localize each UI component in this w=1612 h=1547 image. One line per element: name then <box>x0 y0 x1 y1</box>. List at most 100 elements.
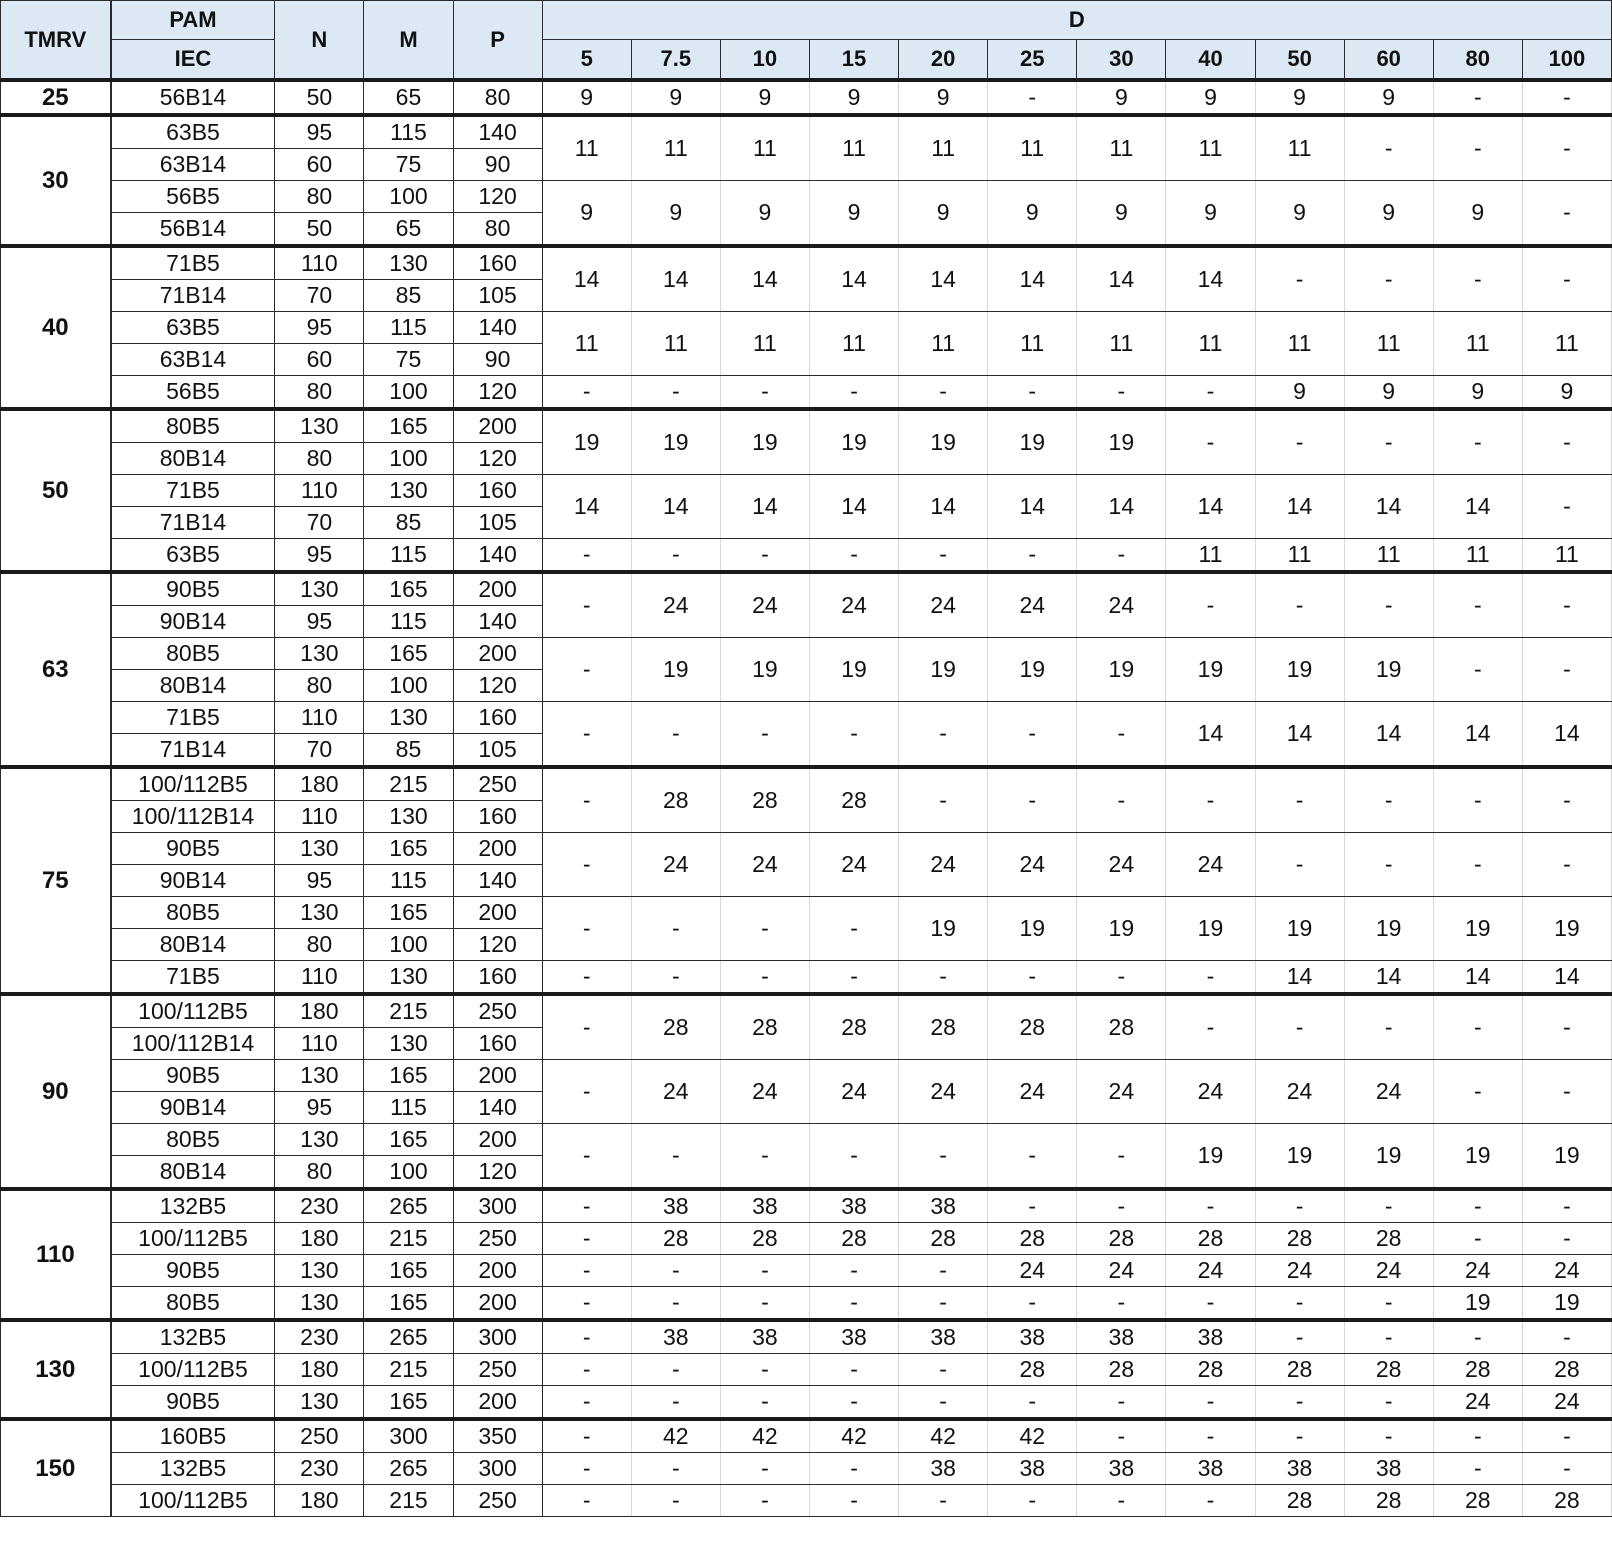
d-value-cell: 14 <box>1343 474 1434 539</box>
iec-cell: 80B5 <box>110 1123 276 1156</box>
m-cell: 215 <box>363 1353 454 1386</box>
iec-cell: 71B14 <box>110 506 276 539</box>
header-d: D <box>541 0 1612 40</box>
p-cell: 160 <box>452 1027 543 1060</box>
n-cell: 250 <box>274 1417 365 1453</box>
d-value-cell: 38 <box>719 1318 810 1354</box>
m-cell: 115 <box>363 605 454 638</box>
d-value-cell: - <box>1521 1318 1612 1354</box>
p-cell: 140 <box>452 113 543 149</box>
table-row: 71B5 110 130 160 14 14 14 14 14 14 14 14 14 14 14- <box>1 474 1612 539</box>
d-value-cell: - <box>1521 78 1612 116</box>
d-value-cell: - <box>987 538 1078 573</box>
n-cell: 230 <box>274 1318 365 1354</box>
p-cell: 120 <box>452 442 543 475</box>
d-value-cell: - <box>1432 637 1523 702</box>
header-tmrv: TMRV <box>0 0 112 81</box>
d-value-cell: 14 <box>541 474 632 539</box>
tmrv-size-cell: 90 <box>0 992 112 1190</box>
d-value-cell: 9 <box>719 78 810 116</box>
d-value-cell: 19 <box>1343 1123 1434 1190</box>
d-value-cell: 14 <box>808 244 900 312</box>
d-value-cell: - <box>719 960 810 995</box>
d-value-cell: 14 <box>987 474 1078 539</box>
iec-cell: 100/112B5 <box>110 1484 276 1517</box>
m-cell: 165 <box>363 896 454 929</box>
d-value-cell: 19 <box>1076 407 1167 475</box>
d-value-cell: 19 <box>1521 1123 1612 1190</box>
table-row: 90B5 130 165 200-24 24 24 24 24 24 24 24 24- - <box>1 1059 1612 1124</box>
d-value-cell: 19 <box>1165 637 1256 702</box>
d-value-cell: 9 <box>1521 375 1612 410</box>
d-value-cell: - <box>1254 992 1345 1060</box>
d-value-cell: - <box>1254 1385 1345 1420</box>
d-value-cell: - <box>1521 1059 1612 1124</box>
d-value-cell: - <box>1343 244 1434 312</box>
d-value-cell: 24 <box>987 1254 1078 1287</box>
d-value-cell: - <box>1343 1385 1434 1420</box>
table-row: 71B5 110 130 160- - - - - - - -14 14 14 14 <box>1 960 1612 995</box>
d-value-cell: - <box>1076 1385 1167 1420</box>
d-value-cell: 11 <box>630 311 721 376</box>
d-value-cell: - <box>1165 1417 1256 1453</box>
d-value-cell: 28 <box>1254 1484 1345 1517</box>
d-value-cell: - <box>1521 570 1612 638</box>
d-value-cell: 38 <box>808 1187 900 1223</box>
d-value-cell: - <box>630 375 721 410</box>
n-cell: 95 <box>274 1091 365 1124</box>
p-cell: 200 <box>452 407 543 443</box>
d-value-cell: - <box>987 1123 1078 1190</box>
iec-cell: 71B5 <box>110 701 276 734</box>
d-value-cell: 11 <box>898 113 989 181</box>
d-value-cell: 14 <box>1432 960 1523 995</box>
m-cell: 130 <box>363 474 454 507</box>
m-cell: 165 <box>363 407 454 443</box>
d-value-cell: 24 <box>1165 832 1256 897</box>
m-cell: 165 <box>363 637 454 670</box>
d-value-cell: - <box>1432 1187 1523 1223</box>
d-value-cell: - <box>1521 765 1612 833</box>
d-value-cell: 14 <box>1254 474 1345 539</box>
m-cell: 215 <box>363 992 454 1028</box>
d-value-cell: 24 <box>1076 1059 1167 1124</box>
d-value-cell: 11 <box>1521 311 1612 376</box>
d-value-cell: - <box>630 896 721 961</box>
d-value-cell: 28 <box>1076 1353 1167 1386</box>
d-value-cell: - <box>1521 474 1612 539</box>
p-cell: 80 <box>452 212 543 247</box>
table-row: 30 63B5 95 115 140 11 11 11 11 11 11 11 11 11- - - <box>0 113 1612 247</box>
table-row: 80B5 130 165 200- - - - - - -19 19 19 19 19 <box>1 1123 1612 1190</box>
d-value-cell: 24 <box>898 570 989 638</box>
d-value-cell: - <box>1076 1187 1167 1223</box>
d-value-cell: - <box>898 1385 989 1420</box>
d-value-cell: 24 <box>1432 1254 1523 1287</box>
d-value-cell: - <box>630 960 721 995</box>
d-value-cell: - <box>1254 1286 1345 1321</box>
d-value-cell: 11 <box>1165 538 1256 573</box>
d-value-cell: - <box>719 896 810 961</box>
p-cell: 300 <box>452 1187 543 1223</box>
d-value-cell: 38 <box>630 1187 721 1223</box>
d-value-cell: 19 <box>808 407 900 475</box>
m-cell: 130 <box>363 1027 454 1060</box>
d-value-cell: 38 <box>987 1452 1078 1485</box>
d-value-cell: - <box>541 1385 632 1420</box>
d-value-cell: - <box>1521 1417 1612 1453</box>
d-value-cell: - <box>719 1452 810 1485</box>
d-value-cell: 9 <box>630 180 721 247</box>
iec-cell: 132B5 <box>110 1187 276 1223</box>
d-value-cell: 9 <box>808 180 900 247</box>
d-value-cell: - <box>1343 1286 1434 1321</box>
d-value-cell: 24 <box>987 1059 1078 1124</box>
header-iec: IEC <box>110 39 276 82</box>
iec-cell: 90B14 <box>110 864 276 897</box>
d-value-cell: 24 <box>987 570 1078 638</box>
d-value-cell: - <box>1343 1187 1434 1223</box>
d-value-cell: 24 <box>1076 1254 1167 1287</box>
m-cell: 300 <box>363 1417 454 1453</box>
header-ratio: 10 <box>719 39 810 82</box>
m-cell: 100 <box>363 928 454 961</box>
d-value-cell: - <box>1254 1187 1345 1223</box>
p-cell: 120 <box>452 669 543 702</box>
d-value-cell: - <box>719 1286 810 1321</box>
